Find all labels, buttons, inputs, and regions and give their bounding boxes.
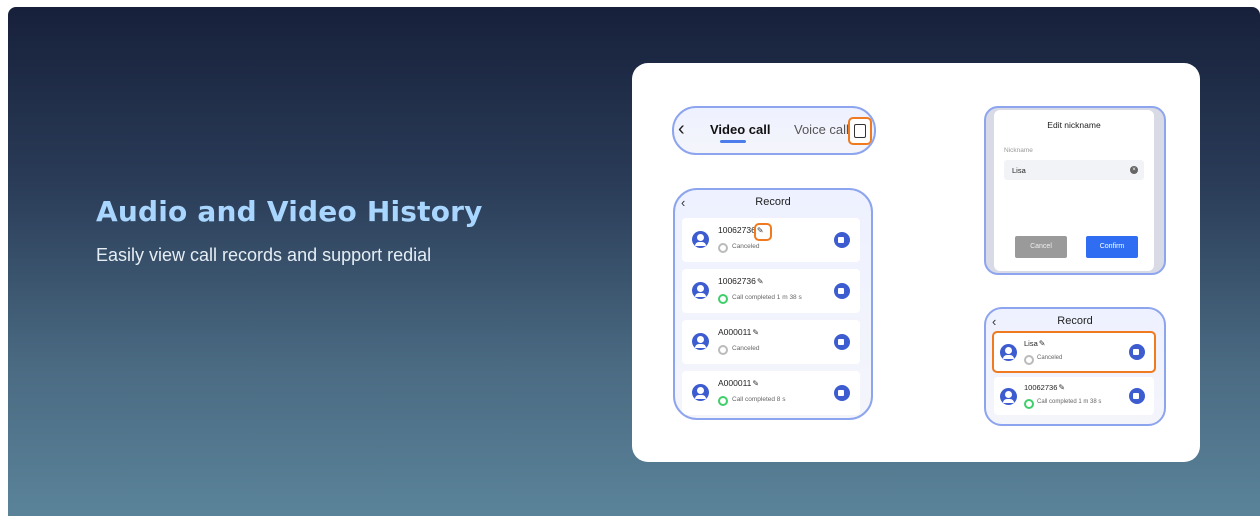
tab-voice-call[interactable]: Voice call	[794, 122, 849, 137]
nickname-input[interactable]: Lisa ×	[1004, 160, 1144, 180]
records-updated-panel: ‹ Record Lisa✎ Canceled 10062736✎ Call c…	[984, 307, 1166, 426]
record-item[interactable]: 10062736✎ Call completed 1 m 38 s	[994, 377, 1154, 415]
avatar-icon	[1000, 388, 1017, 405]
record-item[interactable]: 10062736✎ Call completed 1 m 38 s	[682, 269, 860, 313]
record-item[interactable]: A000011✎ Canceled	[682, 320, 860, 364]
edit-pencil-icon[interactable]: ✎	[1058, 383, 1065, 392]
records-title: Record	[755, 196, 791, 208]
record-status: Canceled	[732, 243, 760, 250]
record-item[interactable]: Lisa✎ Canceled	[992, 331, 1156, 373]
tab-video-call[interactable]: Video call	[710, 122, 770, 137]
status-dot	[718, 345, 728, 355]
active-tab-indicator	[720, 140, 746, 143]
hero-subtitle: Easily view call records and support red…	[96, 245, 432, 265]
video-redial-icon[interactable]	[1129, 388, 1145, 404]
records-panel: ‹ Record 10062736✎ Canceled 10062736✎ Ca…	[673, 188, 873, 420]
avatar-icon	[692, 333, 709, 350]
edit-nickname-dialog: Edit nickname Nickname Lisa × Cancel Con…	[994, 110, 1154, 271]
edit-pencil-icon[interactable]: ✎	[752, 328, 759, 337]
record-status: Call completed 1 m 38 s	[732, 294, 802, 301]
record-status: Call completed 1 m 38 s	[1037, 399, 1102, 405]
clear-icon[interactable]: ×	[1130, 166, 1138, 174]
screenshot-card: ‹ Video call Voice call ‹ Record 1006273…	[632, 63, 1200, 462]
avatar-icon	[692, 231, 709, 248]
record-item[interactable]: A000011✎ Call completed 8 s	[682, 371, 860, 415]
edit-pencil-icon[interactable]: ✎	[757, 277, 764, 286]
video-redial-icon[interactable]	[834, 334, 850, 350]
dialog-title: Edit nickname	[1047, 120, 1101, 130]
status-dot	[718, 243, 728, 253]
back-icon[interactable]: ‹	[678, 118, 685, 141]
list-icon[interactable]	[848, 117, 872, 145]
status-dot	[1024, 399, 1034, 409]
record-name: 10062736✎	[718, 276, 764, 286]
call-type-tabbar: ‹ Video call Voice call	[672, 106, 876, 155]
records-title: Record	[1057, 315, 1093, 327]
hero-banner: Audio and Video History Easily view call…	[8, 7, 1260, 516]
record-name: 10062736✎	[1024, 383, 1066, 392]
record-item[interactable]: 10062736✎ Canceled	[682, 218, 860, 262]
nickname-label: Nickname	[1004, 147, 1033, 154]
cancel-button[interactable]: Cancel	[1015, 236, 1067, 258]
status-dot	[718, 294, 728, 304]
record-name: A000011✎	[718, 327, 760, 337]
avatar-icon	[692, 282, 709, 299]
nickname-value: Lisa	[1012, 166, 1026, 175]
edit-pencil-icon[interactable]: ✎	[752, 379, 759, 388]
record-name: A000011✎	[718, 378, 760, 388]
status-dot	[718, 396, 728, 406]
avatar-icon	[692, 384, 709, 401]
updated-highlight	[992, 331, 1156, 373]
edit-nickname-frame: Edit nickname Nickname Lisa × Cancel Con…	[984, 106, 1166, 275]
video-redial-icon[interactable]	[834, 385, 850, 401]
record-status: Call completed 8 s	[732, 396, 786, 403]
hero-title: Audio and Video History	[96, 195, 483, 228]
video-redial-icon[interactable]	[834, 232, 850, 248]
record-status: Canceled	[732, 345, 760, 352]
edit-highlight	[754, 223, 772, 241]
video-redial-icon[interactable]	[834, 283, 850, 299]
confirm-button[interactable]: Confirm	[1086, 236, 1138, 258]
